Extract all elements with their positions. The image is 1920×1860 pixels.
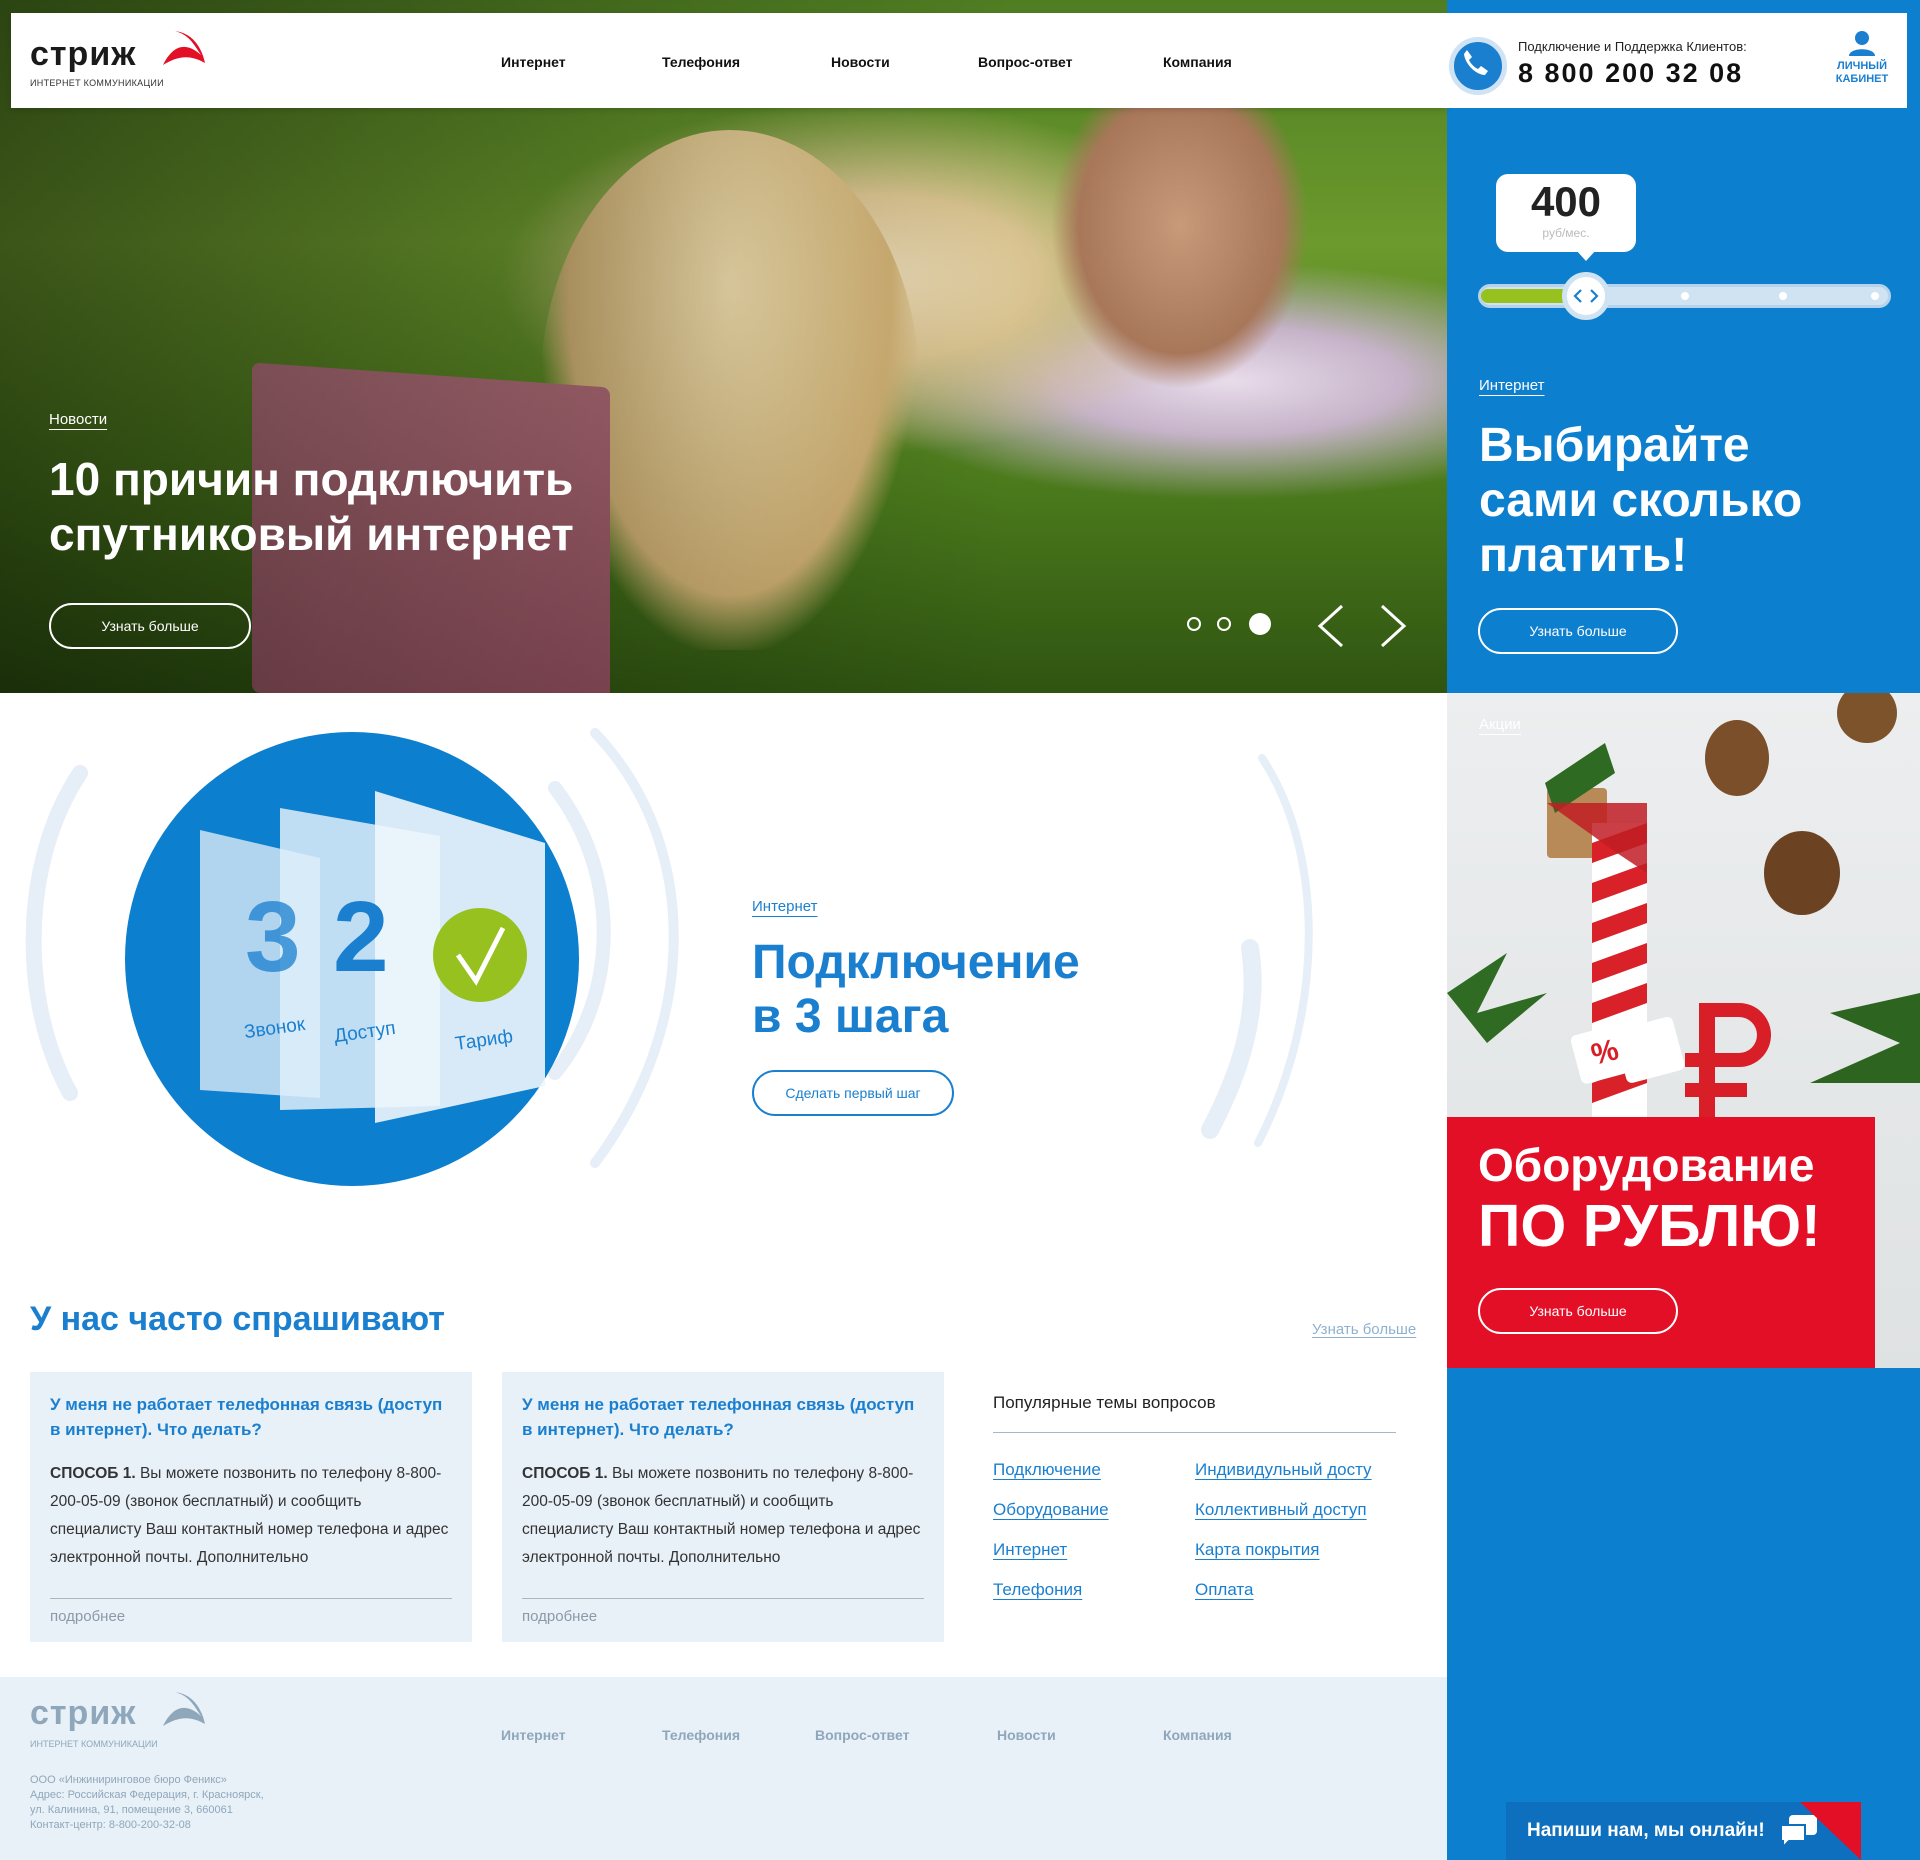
topic-link[interactable]: Интернет [993,1540,1067,1560]
personal-cabinet-link[interactable]: ЛИЧНЫЙ КАБИНЕТ [1822,30,1902,86]
tariff-title-line1: Выбирайте [1479,419,1750,472]
hero-more-button[interactable]: Узнать больше [49,603,251,649]
nav-news[interactable]: Новости [831,54,890,70]
topics-divider [993,1432,1396,1433]
footer-address-line: ул. Калинина, 91, помещение 3, 660061 [30,1804,233,1816]
faq-card[interactable]: У меня не работает телефонная связь (дос… [30,1372,472,1642]
logo-text: стриж [30,35,137,73]
logo-tagline: ИНТЕРНЕТ КОММУНИКАЦИИ [30,78,164,88]
footer-contact: Контакт-центр: 8-800-200-32-08 [30,1819,191,1831]
slide-dot-3-active[interactable] [1249,613,1271,635]
logo[interactable]: стриж ИНТЕРНЕТ КОММУНИКАЦИИ [11,13,205,108]
swift-logo-icon [163,31,205,65]
steps-title-line2: в 3 шага [752,990,949,1043]
step-number-3: 3 [245,881,301,993]
first-step-button[interactable]: Сделать первый шаг [752,1070,954,1116]
nav-telephony[interactable]: Телефония [662,54,740,70]
footer-nav-news[interactable]: Новости [997,1727,1056,1743]
slider-step[interactable] [1681,292,1689,300]
hero-title-line2: спутниковый интернет [49,508,574,560]
cabinet-label-2: КАБИНЕТ [1835,73,1889,85]
support-label: Подключение и Поддержка Клиентов: [1518,39,1747,54]
cabinet-label-1: ЛИЧНЫЙ [1837,60,1887,72]
promo-spacer [1651,283,1652,284]
slide-dot-1[interactable] [1187,617,1201,631]
nav-internet[interactable]: Интернет [501,54,566,70]
faq-more-link[interactable]: Узнать больше [1312,1321,1416,1338]
divider [522,1598,924,1599]
divider [50,1598,452,1599]
promo-title-line2: ПО РУБЛЮ! [1478,1193,1821,1259]
slider-step[interactable] [1871,292,1879,300]
promo-more-button[interactable]: Узнать больше [1478,1288,1678,1334]
hero-tag[interactable]: Новости [49,411,107,428]
promo-tag[interactable]: Акции [1479,716,1521,733]
price-value: 400 [1530,178,1602,225]
hero-title: 10 причин подключить спутниковый интерне… [49,452,574,562]
slide-dot-2[interactable] [1217,617,1231,631]
promo-title-line1: Оборудование [1478,1139,1815,1191]
steps-title: Подключение в 3 шага [752,936,1080,1044]
faq-read-more[interactable]: подробнее [522,1608,597,1625]
topic-link[interactable]: Оплата [1195,1580,1253,1600]
price-slider-handle[interactable] [1562,272,1610,320]
steps-illustration [25,728,1313,1186]
footer-nav-internet[interactable]: Интернет [501,1727,566,1743]
nav-faq[interactable]: Вопрос-ответ [978,54,1072,70]
topic-link[interactable]: Телефония [993,1580,1082,1600]
footer-tagline: ИНТЕРНЕТ КОММУНИКАЦИИ [30,1739,158,1749]
faq-title: У нас часто спрашивают [30,1300,445,1338]
chat-corner-accent [1800,1802,1861,1860]
tariff-title-line2: сами сколько [1479,474,1803,527]
tariff-tag[interactable]: Интернет [1479,377,1544,394]
topic-link[interactable]: Индивидульный досту [1195,1460,1372,1480]
topic-link[interactable]: Коллективный доступ [1195,1500,1367,1520]
faq-card[interactable]: У меня не работает телефонная связь (дос… [502,1372,944,1642]
faq-answer: СПОСОБ 1. Вы можете позвонить по телефон… [50,1460,452,1572]
footer-address: ООО «Инжиниринговое бюро Феникс» Адрес: … [30,1773,264,1833]
nav-company[interactable]: Компания [1163,54,1232,70]
faq-question[interactable]: У меня не работает телефонная связь (дос… [50,1392,452,1442]
swift-logo-icon [163,1692,205,1726]
slide-next-icon[interactable] [1378,603,1408,649]
topic-link[interactable]: Подключение [993,1460,1101,1480]
topics-title: Популярные темы вопросов [993,1393,1216,1412]
topic-link[interactable]: Оборудование [993,1500,1109,1520]
price-unit: руб/мес. [1542,226,1590,240]
phone-icon[interactable] [1449,37,1507,95]
hero-title-line1: 10 причин подключить [49,453,574,505]
price-bubble: 400 руб/мес. [1496,174,1636,252]
footer-nav-telephony[interactable]: Телефония [662,1727,740,1743]
topic-link[interactable]: Карта покрытия [1195,1540,1319,1560]
tariff-more-button[interactable]: Узнать больше [1478,608,1678,654]
steps-title-line1: Подключение [752,936,1080,989]
faq-question[interactable]: У меня не работает телефонная связь (дос… [522,1392,924,1442]
support-phone[interactable]: 8 800 200 32 08 [1518,58,1743,89]
slide-prev-icon[interactable] [1316,603,1346,649]
footer-company: ООО «Инжиниринговое бюро Феникс» [30,1774,227,1786]
steps-tag[interactable]: Интернет [752,898,817,915]
bubble-pointer [1576,250,1596,261]
tariff-title: Выбирайте сами сколько платить! [1479,418,1802,583]
chat-label: Напиши нам, мы онлайн! [1527,1820,1765,1841]
footer-address-line: Адрес: Российская Федерация, г. Краснояр… [30,1789,264,1801]
faq-answer: СПОСОБ 1. Вы можете позвонить по телефон… [522,1460,924,1572]
chevron-left-right-icon [1573,289,1599,303]
footer-nav-faq[interactable]: Вопрос-ответ [815,1727,909,1743]
faq-read-more[interactable]: подробнее [50,1608,125,1625]
user-icon [1849,31,1875,56]
tariff-title-line3: платить! [1479,529,1688,582]
promo-title: Оборудование ПО РУБЛЮ! [1478,1137,1821,1259]
faq-answer-bold: СПОСОБ 1. [50,1465,136,1482]
faq-answer-bold: СПОСОБ 1. [522,1465,608,1482]
slider-step[interactable] [1779,292,1787,300]
step-number-2: 2 [333,881,389,993]
footer-nav-company[interactable]: Компания [1163,1727,1232,1743]
footer-logo-text[interactable]: стриж [30,1694,136,1733]
